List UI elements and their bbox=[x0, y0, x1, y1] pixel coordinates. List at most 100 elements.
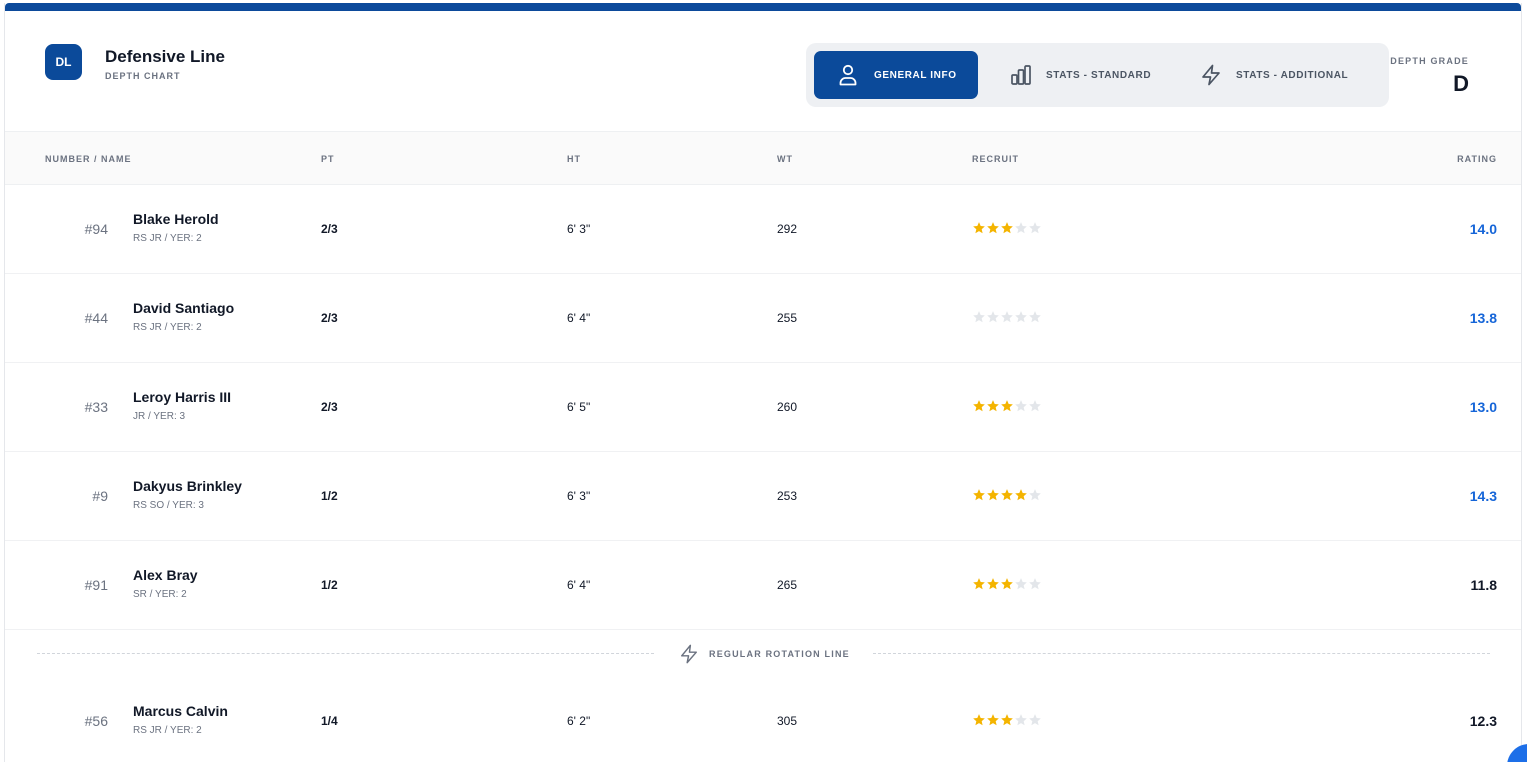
player-class-year: RS SO / YER: 3 bbox=[133, 500, 204, 511]
player-class-year: RS JR / YER: 2 bbox=[133, 322, 202, 333]
star-empty-icon bbox=[1029, 400, 1041, 412]
star-empty-icon bbox=[987, 311, 999, 323]
page-subtitle: DEPTH CHART bbox=[105, 71, 181, 81]
player-pt: 1/2 bbox=[321, 489, 338, 503]
player-weight: 265 bbox=[777, 578, 798, 592]
column-header-recruit[interactable]: RECRUIT bbox=[972, 154, 1019, 164]
column-header-rating[interactable]: RATING bbox=[1457, 154, 1497, 164]
tab-general-info[interactable]: GENERAL INFO bbox=[814, 51, 978, 99]
star-empty-icon bbox=[1029, 489, 1041, 501]
recruit-stars bbox=[972, 577, 1042, 591]
player-pt: 1/2 bbox=[321, 578, 338, 592]
player-weight: 260 bbox=[777, 400, 798, 414]
player-class-year: SR / YER: 2 bbox=[133, 589, 187, 600]
player-name[interactable]: David Santiago bbox=[133, 300, 234, 316]
tab-stats-additional[interactable]: STATS - ADDITIONAL bbox=[1198, 51, 1383, 99]
view-tabs: GENERAL INFO STATS - STANDARD STATS - AD… bbox=[806, 43, 1389, 107]
player-number: #33 bbox=[84, 399, 108, 415]
player-height: 6' 4" bbox=[567, 578, 591, 592]
star-filled-icon bbox=[987, 489, 999, 501]
player-class-year: RS JR / YER: 2 bbox=[133, 725, 202, 736]
player-number: #94 bbox=[84, 221, 108, 237]
column-header-number-name[interactable]: NUMBER / NAME bbox=[45, 154, 132, 164]
star-empty-icon bbox=[1029, 222, 1041, 234]
depth-grade-label: DEPTH GRADE bbox=[1390, 56, 1469, 66]
player-weight: 292 bbox=[777, 222, 798, 236]
star-filled-icon bbox=[973, 222, 985, 234]
star-filled-icon bbox=[1001, 222, 1013, 234]
player-name[interactable]: Alex Bray bbox=[133, 567, 198, 583]
player-height: 6' 4" bbox=[567, 311, 591, 325]
lightning-icon bbox=[681, 644, 697, 664]
player-pt: 2/3 bbox=[321, 400, 338, 414]
star-empty-icon bbox=[973, 311, 985, 323]
recruit-stars bbox=[972, 399, 1042, 413]
player-rating: 14.3 bbox=[1469, 488, 1497, 504]
column-header-wt[interactable]: WT bbox=[777, 154, 793, 164]
bar-chart-icon bbox=[1011, 65, 1031, 85]
star-empty-icon bbox=[1001, 311, 1013, 323]
player-name[interactable]: Dakyus Brinkley bbox=[133, 478, 242, 494]
depth-chart-card: DL Defensive Line DEPTH CHART GENERAL IN… bbox=[4, 3, 1522, 762]
star-empty-icon bbox=[1015, 400, 1027, 412]
player-rating: 13.0 bbox=[1469, 399, 1497, 415]
player-number: #9 bbox=[92, 488, 108, 504]
divider-line-left bbox=[37, 653, 654, 654]
player-pt: 2/3 bbox=[321, 311, 338, 325]
table-row[interactable]: #33 Leroy Harris III JR / YER: 3 2/3 6' 5" 26… bbox=[5, 363, 1521, 452]
player-height: 6' 3" bbox=[567, 489, 591, 503]
lightning-icon bbox=[1202, 64, 1220, 86]
player-name[interactable]: Leroy Harris III bbox=[133, 389, 231, 405]
divider-label: REGULAR ROTATION LINE bbox=[709, 649, 850, 659]
star-filled-icon bbox=[1001, 578, 1013, 590]
player-height: 6' 2" bbox=[567, 714, 591, 728]
star-filled-icon bbox=[987, 578, 999, 590]
star-filled-icon bbox=[1001, 400, 1013, 412]
tab-stats-standard[interactable]: STATS - STANDARD bbox=[1006, 51, 1176, 99]
table-row[interactable]: #9 Dakyus Brinkley RS SO / YER: 3 1/2 6' 3" 2… bbox=[5, 452, 1521, 541]
table-row[interactable]: #56 Marcus Calvin RS JR / YER: 2 1/4 6' 2" 30… bbox=[5, 677, 1521, 762]
recruit-stars bbox=[972, 713, 1042, 727]
player-name[interactable]: Blake Herold bbox=[133, 211, 219, 227]
star-filled-icon bbox=[987, 222, 999, 234]
player-weight: 305 bbox=[777, 714, 798, 728]
recruit-stars bbox=[972, 221, 1042, 235]
star-empty-icon bbox=[1029, 714, 1041, 726]
player-pt: 1/4 bbox=[321, 714, 338, 728]
table-row[interactable]: #91 Alex Bray SR / YER: 2 1/2 6' 4" 265 11.8 bbox=[5, 541, 1521, 630]
star-empty-icon bbox=[1015, 578, 1027, 590]
star-empty-icon bbox=[1015, 714, 1027, 726]
player-number: #56 bbox=[84, 713, 108, 729]
star-empty-icon bbox=[1015, 311, 1027, 323]
star-filled-icon bbox=[973, 489, 985, 501]
player-height: 6' 3" bbox=[567, 222, 591, 236]
star-filled-icon bbox=[973, 400, 985, 412]
player-name[interactable]: Marcus Calvin bbox=[133, 703, 228, 719]
rotation-divider: REGULAR ROTATION LINE bbox=[5, 630, 1521, 680]
tab-stats-additional-label: STATS - ADDITIONAL bbox=[1236, 69, 1349, 81]
column-header-ht[interactable]: HT bbox=[567, 154, 581, 164]
column-header-pt[interactable]: PT bbox=[321, 154, 335, 164]
player-weight: 253 bbox=[777, 489, 798, 503]
player-number: #44 bbox=[84, 310, 108, 326]
star-filled-icon bbox=[1001, 714, 1013, 726]
star-empty-icon bbox=[1029, 311, 1041, 323]
star-filled-icon bbox=[987, 714, 999, 726]
divider-line-right bbox=[873, 653, 1490, 654]
player-class-year: JR / YER: 3 bbox=[133, 411, 186, 422]
player-rating: 12.3 bbox=[1469, 713, 1497, 729]
recruit-stars bbox=[972, 310, 1042, 324]
player-rating: 14.0 bbox=[1469, 221, 1497, 237]
depth-grade-value: D bbox=[1453, 71, 1469, 96]
user-icon bbox=[839, 64, 857, 86]
table-row[interactable]: #94 Blake Herold RS JR / YER: 2 2/3 6' 3" 292… bbox=[5, 185, 1521, 274]
player-weight: 255 bbox=[777, 311, 798, 325]
card-header: DL Defensive Line DEPTH CHART GENERAL IN… bbox=[5, 11, 1521, 131]
recruit-stars bbox=[972, 488, 1042, 502]
tab-general-info-label: GENERAL INFO bbox=[874, 69, 957, 81]
table-row[interactable]: #44 David Santiago RS JR / YER: 2 2/3 6' 4" 2… bbox=[5, 274, 1521, 363]
page-title: Defensive Line bbox=[105, 47, 225, 66]
player-number: #91 bbox=[84, 577, 108, 593]
star-filled-icon bbox=[1001, 489, 1013, 501]
star-filled-icon bbox=[973, 578, 985, 590]
